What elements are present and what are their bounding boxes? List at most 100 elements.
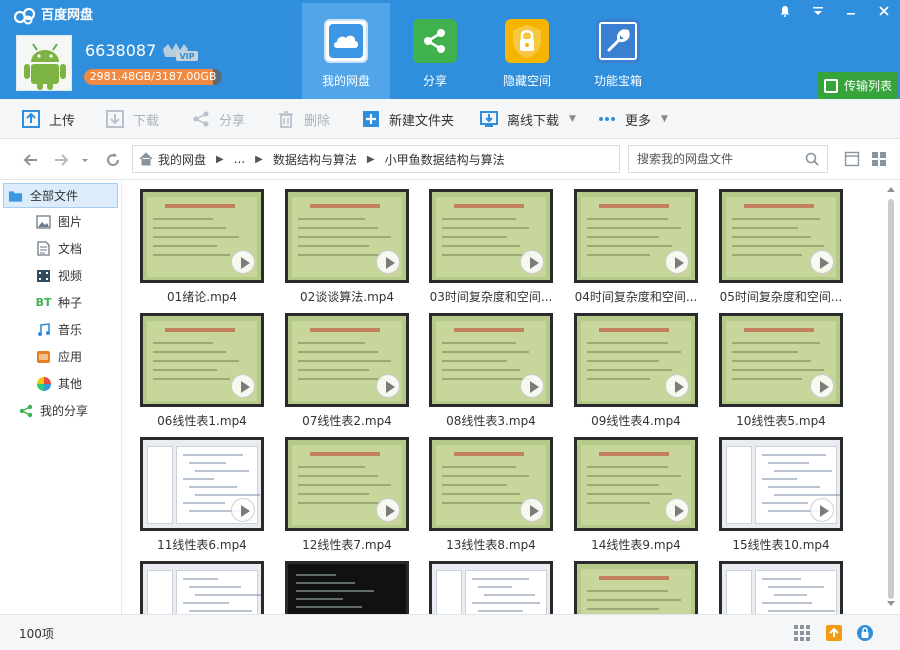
- video-thumbnail[interactable]: [429, 189, 553, 283]
- play-icon[interactable]: [665, 498, 689, 522]
- video-thumbnail[interactable]: [140, 437, 264, 531]
- forward-arrow-icon[interactable]: [52, 151, 70, 169]
- video-thumbnail[interactable]: [429, 313, 553, 407]
- file-name[interactable]: 01绪论.mp4: [134, 289, 270, 305]
- scroll-thumb[interactable]: [888, 199, 894, 599]
- chevron-down-icon[interactable]: ▼: [569, 114, 576, 124]
- sidebar-item-documents[interactable]: 文档: [0, 236, 122, 261]
- file-name[interactable]: 11线性表6.mp4: [134, 537, 270, 553]
- file-tile[interactable]: 10线性表5.mp4: [719, 313, 843, 433]
- file-tile[interactable]: [140, 561, 264, 614]
- upload-button[interactable]: 上传: [22, 99, 75, 139]
- video-thumbnail[interactable]: [574, 437, 698, 531]
- file-tile[interactable]: 06线性表1.mp4: [140, 313, 264, 433]
- list-view-icon[interactable]: [844, 151, 860, 167]
- sidebar-item-videos[interactable]: 视频: [0, 263, 122, 288]
- scroll-down-icon[interactable]: [887, 601, 895, 606]
- menu-dropdown-icon[interactable]: [801, 0, 834, 22]
- file-name[interactable]: 13线性表8.mp4: [423, 537, 559, 553]
- file-tile[interactable]: 13线性表8.mp4: [429, 437, 553, 557]
- video-thumbnail[interactable]: [285, 437, 409, 531]
- delete-button[interactable]: 删除: [277, 99, 330, 139]
- video-thumbnail[interactable]: [285, 313, 409, 407]
- vertical-scrollbar[interactable]: [883, 181, 900, 614]
- file-tile[interactable]: [574, 561, 698, 614]
- file-name[interactable]: 15线性表10.mp4: [713, 537, 849, 553]
- play-icon[interactable]: [810, 374, 834, 398]
- tab-toolbox[interactable]: 功能宝箱: [574, 3, 662, 99]
- file-name[interactable]: 14线性表9.mp4: [568, 537, 704, 553]
- play-icon[interactable]: [231, 374, 255, 398]
- grid-view-icon[interactable]: [871, 151, 887, 167]
- search-icon[interactable]: [805, 152, 819, 166]
- file-name[interactable]: 09线性表4.mp4: [568, 413, 704, 429]
- chevron-down-icon[interactable]: ▼: [661, 114, 668, 124]
- lock-status-icon[interactable]: [856, 624, 874, 642]
- file-tile[interactable]: 11线性表6.mp4: [140, 437, 264, 557]
- play-icon[interactable]: [520, 498, 544, 522]
- share-button[interactable]: 分享: [192, 99, 245, 139]
- file-name[interactable]: 04时间复杂度和空间...: [568, 289, 704, 305]
- history-dropdown-icon[interactable]: [76, 151, 94, 169]
- file-tile[interactable]: 07线性表2.mp4: [285, 313, 409, 433]
- video-thumbnail[interactable]: [140, 313, 264, 407]
- play-icon[interactable]: [665, 250, 689, 274]
- scroll-up-icon[interactable]: [887, 187, 895, 192]
- video-thumbnail[interactable]: [140, 561, 264, 614]
- file-tile[interactable]: [429, 561, 553, 614]
- back-arrow-icon[interactable]: [22, 151, 40, 169]
- sidebar-item-torrents[interactable]: BT 种子: [0, 290, 122, 315]
- breadcrumb-ellipsis[interactable]: ...: [234, 152, 245, 166]
- avatar[interactable]: [16, 35, 72, 91]
- video-thumbnail[interactable]: [429, 561, 553, 614]
- file-tile[interactable]: 09线性表4.mp4: [574, 313, 698, 433]
- file-name[interactable]: 03时间复杂度和空间...: [423, 289, 559, 305]
- tab-hidden-space[interactable]: 隐藏空间: [483, 3, 571, 99]
- offline-download-button[interactable]: 离线下载 ▼: [480, 99, 576, 139]
- file-tile[interactable]: 12线性表7.mp4: [285, 437, 409, 557]
- play-icon[interactable]: [376, 374, 400, 398]
- play-icon[interactable]: [231, 250, 255, 274]
- file-tile[interactable]: 14线性表9.mp4: [574, 437, 698, 557]
- video-thumbnail[interactable]: [285, 561, 409, 614]
- video-thumbnail[interactable]: [574, 561, 698, 614]
- file-tile[interactable]: 02谈谈算法.mp4: [285, 189, 409, 309]
- video-thumbnail[interactable]: [719, 437, 843, 531]
- play-icon[interactable]: [231, 498, 255, 522]
- file-tile[interactable]: 04时间复杂度和空间...: [574, 189, 698, 309]
- notification-bell-icon[interactable]: [768, 0, 801, 22]
- breadcrumb-level1[interactable]: 数据结构与算法: [273, 151, 357, 168]
- grid-icon[interactable]: [793, 624, 811, 642]
- video-thumbnail[interactable]: [719, 313, 843, 407]
- file-tile[interactable]: 15线性表10.mp4: [719, 437, 843, 557]
- file-tile[interactable]: 01绪论.mp4: [140, 189, 264, 309]
- more-button[interactable]: 更多 ▼: [598, 99, 668, 139]
- file-name[interactable]: 08线性表3.mp4: [423, 413, 559, 429]
- video-thumbnail[interactable]: [429, 437, 553, 531]
- sidebar-item-apps[interactable]: 应用: [0, 344, 122, 369]
- vip-crown-icon[interactable]: VIP: [160, 41, 200, 63]
- video-thumbnail[interactable]: [574, 313, 698, 407]
- video-thumbnail[interactable]: [574, 189, 698, 283]
- file-name[interactable]: 10线性表5.mp4: [713, 413, 849, 429]
- breadcrumb-root[interactable]: 我的网盘: [158, 151, 206, 168]
- breadcrumb-level2[interactable]: 小甲鱼数据结构与算法: [385, 151, 505, 168]
- tab-share[interactable]: 分享: [391, 3, 479, 99]
- file-name[interactable]: 07线性表2.mp4: [279, 413, 415, 429]
- refresh-icon[interactable]: [104, 151, 122, 169]
- sidebar-item-images[interactable]: 图片: [0, 209, 122, 234]
- video-thumbnail[interactable]: [140, 189, 264, 283]
- minimize-icon[interactable]: [834, 0, 867, 22]
- play-icon[interactable]: [810, 250, 834, 274]
- tab-my-disk[interactable]: 我的网盘: [302, 3, 390, 99]
- file-tile[interactable]: 03时间复杂度和空间...: [429, 189, 553, 309]
- play-icon[interactable]: [665, 374, 689, 398]
- play-icon[interactable]: [376, 250, 400, 274]
- sidebar-item-other[interactable]: 其他: [0, 371, 122, 396]
- file-tile[interactable]: [719, 561, 843, 614]
- sidebar-item-my-shares[interactable]: 我的分享: [0, 398, 122, 423]
- sidebar-item-all-files[interactable]: 全部文件: [3, 183, 118, 208]
- video-thumbnail[interactable]: [719, 189, 843, 283]
- play-icon[interactable]: [520, 250, 544, 274]
- file-name[interactable]: 12线性表7.mp4: [279, 537, 415, 553]
